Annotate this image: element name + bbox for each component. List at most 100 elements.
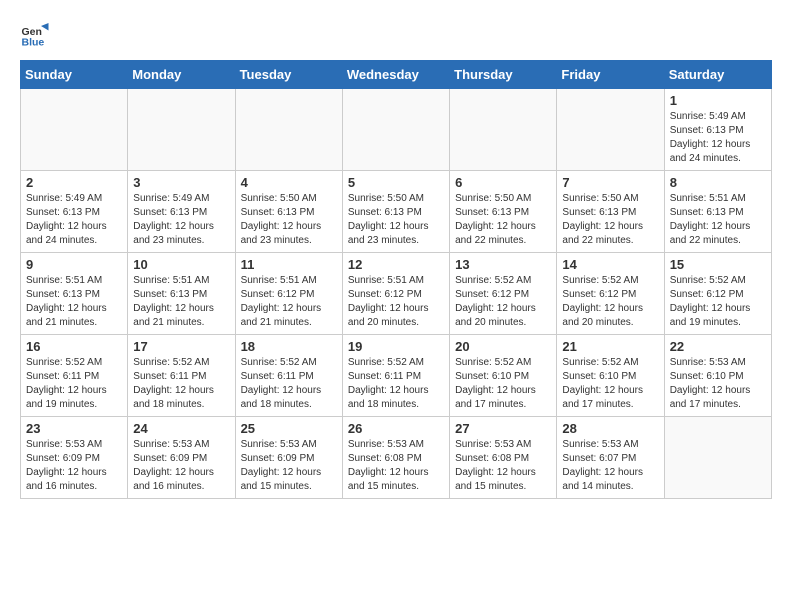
calendar-cell: 25Sunrise: 5:53 AM Sunset: 6:09 PM Dayli… (235, 417, 342, 499)
day-number: 23 (26, 421, 122, 436)
day-number: 9 (26, 257, 122, 272)
calendar-cell: 22Sunrise: 5:53 AM Sunset: 6:10 PM Dayli… (664, 335, 771, 417)
day-info: Sunrise: 5:49 AM Sunset: 6:13 PM Dayligh… (133, 192, 229, 248)
day-info: Sunrise: 5:53 AM Sunset: 6:09 PM Dayligh… (26, 438, 122, 494)
calendar-cell: 19 Sunrise: 5:52 AM Sunset: 6:11 PM Dayli… (342, 335, 449, 417)
day-number: 20 (455, 339, 551, 354)
day-info: Sunrise: 5:49 AM Sunset: 6:13 PM Dayligh… (26, 192, 122, 248)
day-info: Sunrise: 5:50 AM Sunset: 6:13 PM Dayligh… (562, 192, 658, 248)
day-info: Sunrise: 5:53 AM Sunset: 6:10 PM Dayligh… (670, 356, 766, 412)
calendar-cell: 23 Sunrise: 5:53 AM Sunset: 6:09 PM Dayli… (21, 417, 128, 499)
calendar-cell: 5 Sunrise: 5:50 AM Sunset: 6:13 PM Daylig… (342, 171, 449, 253)
svg-text:Blue: Blue (22, 37, 45, 49)
day-info: Sunrise: 5:51 AM Sunset: 6:13 PM Dayligh… (133, 274, 229, 330)
day-number: 3 (133, 175, 229, 190)
day-number: 15 (670, 257, 766, 272)
day-info: Sunrise: 5:53 AM Sunset: 6:09 PM Dayligh… (133, 438, 229, 494)
day-info: Sunrise: 5:51 AM Sunset: 6:12 PM Dayligh… (348, 274, 444, 330)
day-info: Sunrise: 5:50 AM Sunset: 6:13 PM Dayligh… (348, 192, 444, 248)
calendar-cell: 24 Sunrise: 5:53 AM Sunset: 6:09 PM Dayli… (128, 417, 235, 499)
header-sunday: Sunday (21, 61, 128, 89)
day-number: 16 (26, 339, 122, 354)
day-info: Sunrise: 5:53 AM Sunset: 6:08 PM Dayligh… (455, 438, 551, 494)
day-number: 11 (241, 257, 337, 272)
calendar-cell: 20 Sunrise: 5:52 AM Sunset: 6:10 PM Dayli… (450, 335, 557, 417)
calendar-cell: 2 Sunrise: 5:49 AM Sunset: 6:13 PM Daylig… (21, 171, 128, 253)
day-info: Sunrise: 5:50 AM Sunset: 6:13 PM Dayligh… (455, 192, 551, 248)
calendar-cell (557, 89, 664, 171)
calendar-cell: 27 Sunrise: 5:53 AM Sunset: 6:08 PM Dayli… (450, 417, 557, 499)
day-number: 4 (241, 175, 337, 190)
day-info: Sunrise: 5:49 AM Sunset: 6:13 PM Dayligh… (670, 110, 766, 166)
calendar-cell: 26 Sunrise: 5:53 AM Sunset: 6:08 PM Dayli… (342, 417, 449, 499)
calendar-cell: 1Sunrise: 5:49 AM Sunset: 6:13 PM Daylig… (664, 89, 771, 171)
calendar-cell: 4 Sunrise: 5:50 AM Sunset: 6:13 PM Daylig… (235, 171, 342, 253)
calendar-cell: 9 Sunrise: 5:51 AM Sunset: 6:13 PM Daylig… (21, 253, 128, 335)
header-friday: Friday (557, 61, 664, 89)
day-number: 10 (133, 257, 229, 272)
day-number: 17 (133, 339, 229, 354)
logo: Gen Blue (20, 20, 54, 50)
day-number: 24 (133, 421, 229, 436)
day-number: 2 (26, 175, 122, 190)
week-row-2: 9 Sunrise: 5:51 AM Sunset: 6:13 PM Daylig… (21, 253, 772, 335)
header: Gen Blue (20, 20, 772, 50)
calendar-cell: 10 Sunrise: 5:51 AM Sunset: 6:13 PM Dayli… (128, 253, 235, 335)
day-info: Sunrise: 5:51 AM Sunset: 6:13 PM Dayligh… (670, 192, 766, 248)
calendar-header-row: SundayMondayTuesdayWednesdayThursdayFrid… (21, 61, 772, 89)
day-info: Sunrise: 5:52 AM Sunset: 6:10 PM Dayligh… (562, 356, 658, 412)
calendar-cell (450, 89, 557, 171)
calendar-cell: 7 Sunrise: 5:50 AM Sunset: 6:13 PM Daylig… (557, 171, 664, 253)
calendar-cell: 11Sunrise: 5:51 AM Sunset: 6:12 PM Dayli… (235, 253, 342, 335)
day-info: Sunrise: 5:52 AM Sunset: 6:11 PM Dayligh… (133, 356, 229, 412)
day-number: 7 (562, 175, 658, 190)
calendar-cell: 28 Sunrise: 5:53 AM Sunset: 6:07 PM Dayli… (557, 417, 664, 499)
calendar-cell: 13Sunrise: 5:52 AM Sunset: 6:12 PM Dayli… (450, 253, 557, 335)
day-info: Sunrise: 5:51 AM Sunset: 6:13 PM Dayligh… (26, 274, 122, 330)
day-info: Sunrise: 5:50 AM Sunset: 6:13 PM Dayligh… (241, 192, 337, 248)
calendar-cell (342, 89, 449, 171)
day-number: 5 (348, 175, 444, 190)
calendar-cell: 21 Sunrise: 5:52 AM Sunset: 6:10 PM Dayli… (557, 335, 664, 417)
day-number: 12 (348, 257, 444, 272)
day-info: Sunrise: 5:52 AM Sunset: 6:12 PM Dayligh… (562, 274, 658, 330)
calendar-cell: 15 Sunrise: 5:52 AM Sunset: 6:12 PM Dayli… (664, 253, 771, 335)
week-row-0: 1Sunrise: 5:49 AM Sunset: 6:13 PM Daylig… (21, 89, 772, 171)
calendar-cell: 12 Sunrise: 5:51 AM Sunset: 6:12 PM Dayli… (342, 253, 449, 335)
calendar-cell: 18Sunrise: 5:52 AM Sunset: 6:11 PM Dayli… (235, 335, 342, 417)
header-monday: Monday (128, 61, 235, 89)
day-number: 28 (562, 421, 658, 436)
calendar-cell (664, 417, 771, 499)
day-info: Sunrise: 5:53 AM Sunset: 6:08 PM Dayligh… (348, 438, 444, 494)
calendar-cell: 17 Sunrise: 5:52 AM Sunset: 6:11 PM Dayli… (128, 335, 235, 417)
day-number: 18 (241, 339, 337, 354)
calendar-cell: 3 Sunrise: 5:49 AM Sunset: 6:13 PM Daylig… (128, 171, 235, 253)
calendar-cell: 6 Sunrise: 5:50 AM Sunset: 6:13 PM Daylig… (450, 171, 557, 253)
day-number: 26 (348, 421, 444, 436)
calendar-cell: 14Sunrise: 5:52 AM Sunset: 6:12 PM Dayli… (557, 253, 664, 335)
day-info: Sunrise: 5:53 AM Sunset: 6:07 PM Dayligh… (562, 438, 658, 494)
day-number: 21 (562, 339, 658, 354)
header-saturday: Saturday (664, 61, 771, 89)
header-wednesday: Wednesday (342, 61, 449, 89)
day-number: 27 (455, 421, 551, 436)
day-info: Sunrise: 5:52 AM Sunset: 6:12 PM Dayligh… (670, 274, 766, 330)
calendar-table: SundayMondayTuesdayWednesdayThursdayFrid… (20, 60, 772, 499)
day-number: 6 (455, 175, 551, 190)
week-row-4: 23 Sunrise: 5:53 AM Sunset: 6:09 PM Dayli… (21, 417, 772, 499)
calendar-cell (128, 89, 235, 171)
week-row-1: 2 Sunrise: 5:49 AM Sunset: 6:13 PM Daylig… (21, 171, 772, 253)
header-thursday: Thursday (450, 61, 557, 89)
day-info: Sunrise: 5:52 AM Sunset: 6:10 PM Dayligh… (455, 356, 551, 412)
day-number: 13 (455, 257, 551, 272)
day-number: 8 (670, 175, 766, 190)
day-number: 19 (348, 339, 444, 354)
calendar-cell (21, 89, 128, 171)
calendar-cell: 8 Sunrise: 5:51 AM Sunset: 6:13 PM Daylig… (664, 171, 771, 253)
header-tuesday: Tuesday (235, 61, 342, 89)
day-info: Sunrise: 5:52 AM Sunset: 6:11 PM Dayligh… (348, 356, 444, 412)
calendar-cell (235, 89, 342, 171)
day-info: Sunrise: 5:52 AM Sunset: 6:11 PM Dayligh… (26, 356, 122, 412)
logo-icon: Gen Blue (20, 20, 50, 50)
day-number: 25 (241, 421, 337, 436)
